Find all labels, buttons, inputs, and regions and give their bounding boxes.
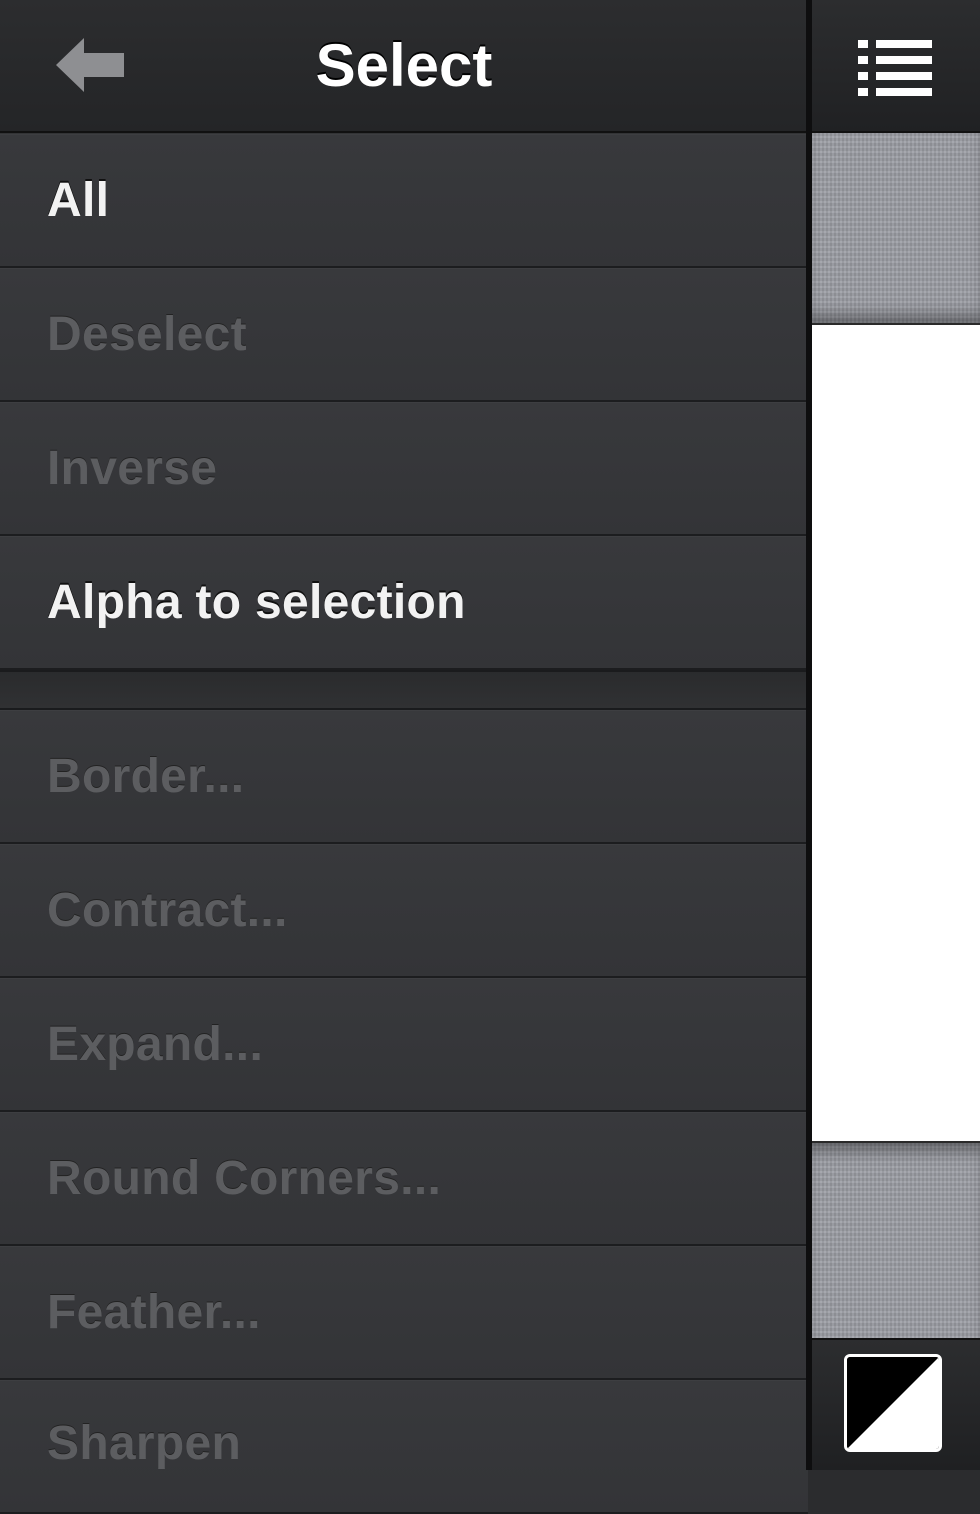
menu-item-inverse[interactable]: Inverse — [0, 402, 808, 536]
menu-item-sharpen[interactable]: Sharpen — [0, 1380, 808, 1514]
menu-group-separator — [0, 670, 808, 710]
menu-item-all[interactable]: All — [0, 134, 808, 268]
right-toolbar-bottom — [812, 1338, 980, 1470]
menu-header: Select — [0, 0, 808, 133]
list-menu-button[interactable] — [852, 36, 936, 100]
menu-item-alpha-to-selection[interactable]: Alpha to selection — [0, 536, 808, 670]
menu-item-label: Sharpen — [47, 1417, 242, 1470]
drawing-canvas[interactable] — [812, 323, 980, 1143]
menu-item-label: Round Corners... — [47, 1152, 442, 1205]
menu-item-label: Contract... — [47, 884, 288, 937]
menu-item-label: All — [47, 174, 110, 227]
menu-item-border[interactable]: Border... — [0, 710, 808, 844]
menu-item-label: Inverse — [47, 442, 218, 495]
color-swap-button[interactable] — [844, 1354, 942, 1452]
page-title: Select — [315, 32, 493, 99]
menu-item-label: Feather... — [47, 1286, 261, 1339]
right-toolbar-top — [812, 0, 980, 133]
select-menu-panel: Select All Deselect Inverse Alpha to sel… — [0, 0, 808, 1514]
foreground-background-color-icon — [847, 1357, 939, 1449]
linen-background-bottom — [812, 1143, 980, 1338]
list-menu-icon — [858, 40, 932, 96]
menu-item-contract[interactable]: Contract... — [0, 844, 808, 978]
menu-item-label: Expand... — [47, 1018, 264, 1071]
menu-item-feather[interactable]: Feather... — [0, 1246, 808, 1380]
canvas-area — [812, 0, 980, 1470]
menu-item-label: Deselect — [47, 308, 247, 361]
menu-item-label: Alpha to selection — [47, 576, 466, 629]
menu-item-deselect[interactable]: Deselect — [0, 268, 808, 402]
menu-item-expand[interactable]: Expand... — [0, 978, 808, 1112]
menu-item-round-corners[interactable]: Round Corners... — [0, 1112, 808, 1246]
linen-background-top — [812, 133, 980, 323]
menu-item-label: Border... — [47, 750, 245, 803]
